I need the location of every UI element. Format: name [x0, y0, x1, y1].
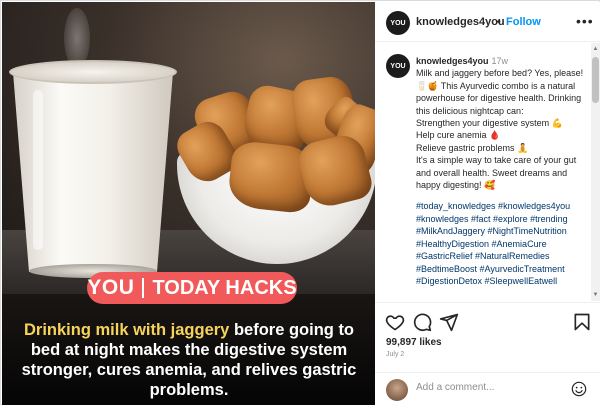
- post-image[interactable]: YOU TODAY HACKS Drinking milk with jagge…: [2, 2, 375, 405]
- caption-scrollbar[interactable]: ▲ ▼: [591, 43, 600, 301]
- post-sidebar: YOU knowledges4you • Follow ••• YOU know…: [375, 2, 600, 405]
- heart-icon[interactable]: [384, 311, 406, 333]
- post-date[interactable]: July 2: [386, 351, 404, 358]
- separator-dot: •: [497, 16, 501, 28]
- avatar-text: YOU: [390, 62, 406, 70]
- caption-highlight: Drinking milk with jaggery: [23, 321, 230, 339]
- post-header: YOU knowledges4you • Follow •••: [375, 2, 600, 42]
- more-icon[interactable]: •••: [576, 13, 594, 29]
- caption-line: Strengthen your digestive system 💪: [416, 118, 563, 129]
- author-username[interactable]: knowledges4you: [416, 16, 505, 28]
- brand-logo: YOU: [87, 276, 135, 299]
- bookmark-icon[interactable]: [571, 311, 593, 333]
- steam: [64, 8, 90, 68]
- caption-line: Milk and jaggery before bed? Yes, please…: [416, 68, 584, 116]
- milk-glass: [9, 60, 177, 278]
- comment-icon[interactable]: [411, 311, 433, 333]
- milk-glass-shine: [33, 90, 43, 250]
- hashtags[interactable]: #today_knowledges #knowledges4you #knowl…: [416, 200, 588, 287]
- scrollbar-thumb[interactable]: [592, 57, 599, 103]
- milk-glass-rim: [9, 60, 177, 84]
- share-icon[interactable]: [438, 311, 460, 333]
- caption-line: Help cure anemia 🩸: [416, 130, 501, 141]
- caption-line: It's a simple way to take care of your g…: [416, 155, 577, 191]
- caption-username[interactable]: knowledges4you: [416, 56, 489, 66]
- caption-area[interactable]: YOU knowledges4you 17w Milk and jaggery b…: [375, 43, 591, 301]
- brand-banner: YOU TODAY HACKS: [87, 272, 297, 304]
- action-bar: 99,897 likes July 2: [375, 302, 600, 372]
- add-comment-bar: [375, 372, 600, 405]
- likes-count[interactable]: 99,897 likes: [386, 337, 442, 348]
- avatar-text: YOU: [390, 19, 406, 27]
- comment-input[interactable]: [416, 382, 556, 393]
- scroll-up-icon[interactable]: ▲: [592, 45, 599, 53]
- brand-tagline: TODAY HACKS: [152, 276, 297, 299]
- caption-line: Relieve gastric problems 🧘: [416, 142, 529, 153]
- image-caption: Drinking milk with jaggery before going …: [10, 320, 368, 400]
- instagram-post-window: YOU TODAY HACKS Drinking milk with jagge…: [0, 0, 600, 405]
- caption-body: knowledges4you 17w Milk and jaggery befor…: [416, 55, 588, 287]
- emoji-icon[interactable]: [571, 381, 587, 397]
- caption-avatar[interactable]: YOU: [386, 54, 410, 78]
- follow-button[interactable]: Follow: [506, 16, 541, 28]
- scroll-down-icon[interactable]: ▼: [592, 291, 599, 299]
- viewer-avatar: [386, 379, 408, 401]
- author-avatar[interactable]: YOU: [386, 11, 410, 35]
- brand-divider: [142, 278, 145, 298]
- caption-time[interactable]: 17w: [492, 56, 509, 66]
